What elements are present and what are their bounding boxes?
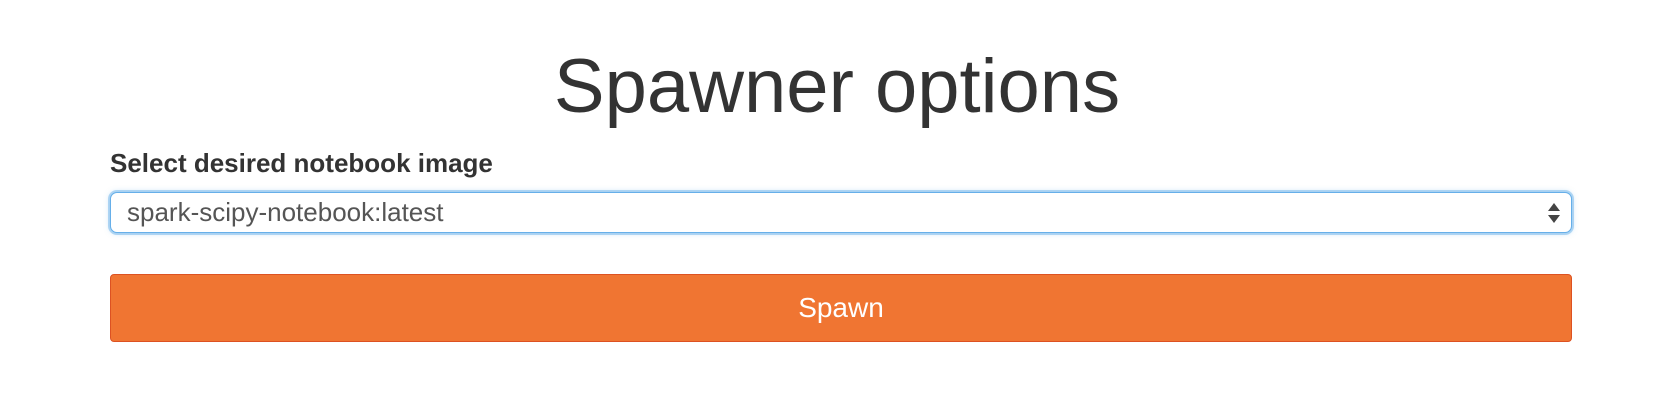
spawner-options-page: Spawner options Select desired notebook …	[0, 0, 1674, 420]
page-title: Spawner options	[553, 44, 1121, 129]
notebook-image-select[interactable]: spark-scipy-notebook:latest	[110, 192, 1572, 233]
notebook-image-selected-value: spark-scipy-notebook:latest	[127, 197, 444, 227]
image-select-label: Select desired notebook image	[110, 148, 493, 178]
chevron-up-down-icon	[1547, 201, 1561, 225]
spawn-button[interactable]: Spawn	[110, 274, 1572, 342]
